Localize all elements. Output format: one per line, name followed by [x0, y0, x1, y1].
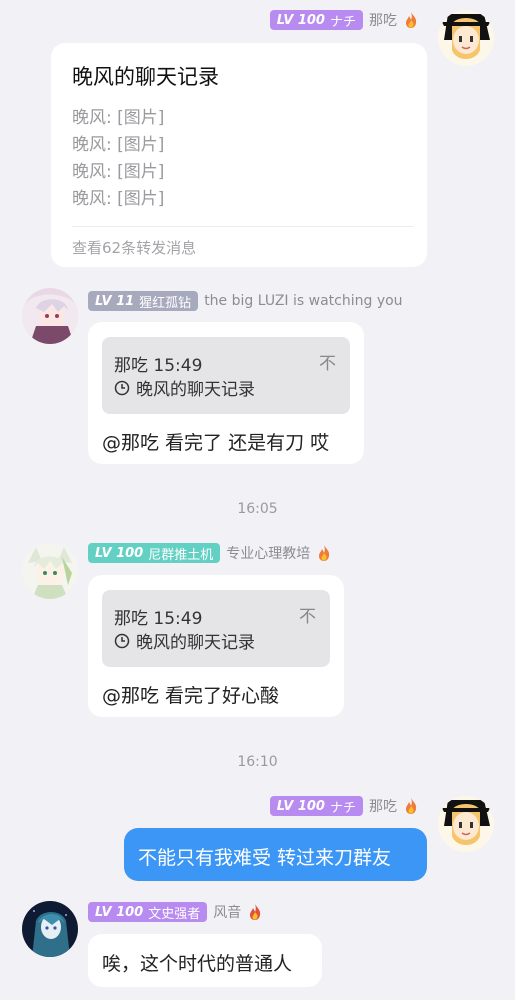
- timestamp: 16:10: [237, 754, 278, 770]
- message-bubble[interactable]: 那吃 15:49 不 晚风的聊天记录 @那吃 看完了 还是有刀 哎: [88, 322, 364, 464]
- level-badge: LV 100 尼群推土机: [88, 543, 221, 563]
- quote-content: 晚风的聊天记录: [114, 628, 255, 653]
- avatar[interactable]: [438, 10, 494, 66]
- avatar[interactable]: [438, 796, 494, 852]
- clock-icon: [114, 380, 130, 395]
- sender-name: 专业心理教培: [226, 546, 311, 562]
- clock-icon: [114, 633, 130, 648]
- forward-title: 晚风的聊天记录: [72, 65, 219, 89]
- sender-name: the big LUZI is watching you: [204, 293, 403, 309]
- sender-name: 风音: [213, 905, 242, 921]
- sender-meta: LV 100 ナチ 那吃: [269, 796, 419, 816]
- avatar-image: [438, 10, 494, 66]
- sender-meta: LV 11 猩红孤钻 the big LUZI is watching you: [88, 291, 403, 311]
- avatar-image: [438, 796, 494, 852]
- quote-content: 晚风的聊天记录: [114, 375, 255, 400]
- avatar-image: [22, 288, 78, 344]
- view-forward-link[interactable]: 查看62条转发消息: [72, 237, 196, 258]
- quote-mark: 不: [319, 354, 336, 374]
- message-bubble[interactable]: 唉，这个时代的普通人: [88, 934, 322, 987]
- sender-name: 那吃: [369, 13, 397, 29]
- fire-icon: [406, 798, 417, 814]
- sender-meta: LV 100 ナチ 那吃: [269, 10, 419, 30]
- avatar[interactable]: [22, 543, 78, 599]
- message-text: 不能只有我难受 转过来刀群友: [138, 847, 392, 869]
- forwarded-chat-card[interactable]: 晚风的聊天记录 晚风: [图片] 晚风: [图片] 晚风: [图片] 晚风: […: [51, 43, 427, 267]
- quote-mark: 不: [299, 607, 316, 627]
- quote-author-time: 那吃 15:49: [114, 356, 203, 376]
- sender-meta: LV 100 文史强者 风音: [88, 902, 263, 922]
- sender-name: 那吃: [369, 799, 397, 815]
- level-badge: LV 11 猩红孤钻: [88, 291, 199, 311]
- level-badge: LV 100 ナチ: [269, 10, 363, 30]
- message-text: @那吃 看完了好心酸: [102, 685, 280, 707]
- timestamp: 16:05: [237, 501, 278, 517]
- quoted-message[interactable]: 那吃 15:49 不 晚风的聊天记录: [102, 590, 330, 667]
- fire-icon: [406, 12, 417, 28]
- message-bubble[interactable]: 那吃 15:49 不 晚风的聊天记录 @那吃 看完了好心酸: [88, 575, 344, 717]
- forward-line: 晚风: [图片]: [72, 135, 165, 155]
- quote-author-time: 那吃 15:49: [114, 609, 203, 629]
- avatar[interactable]: [22, 901, 78, 957]
- level-badge: LV 100 文史强者: [88, 902, 208, 922]
- quoted-message[interactable]: 那吃 15:49 不 晚风的聊天记录: [102, 337, 350, 414]
- level-badge: LV 100 ナチ: [269, 796, 363, 816]
- fire-icon: [250, 904, 261, 920]
- avatar-image: [22, 543, 78, 599]
- divider: [72, 226, 413, 227]
- sender-meta: LV 100 尼群推土机 专业心理教培: [88, 543, 332, 563]
- forward-line: 晚风: [图片]: [72, 189, 165, 209]
- forward-line: 晚风: [图片]: [72, 162, 165, 182]
- forward-line: 晚风: [图片]: [72, 108, 165, 128]
- avatar-image: [22, 901, 78, 957]
- avatar[interactable]: [22, 288, 78, 344]
- message-text: 唉，这个时代的普通人: [102, 953, 293, 975]
- message-bubble[interactable]: 不能只有我难受 转过来刀群友: [124, 828, 427, 881]
- message-text: @那吃 看完了 还是有刀 哎: [102, 432, 330, 454]
- fire-icon: [319, 545, 330, 561]
